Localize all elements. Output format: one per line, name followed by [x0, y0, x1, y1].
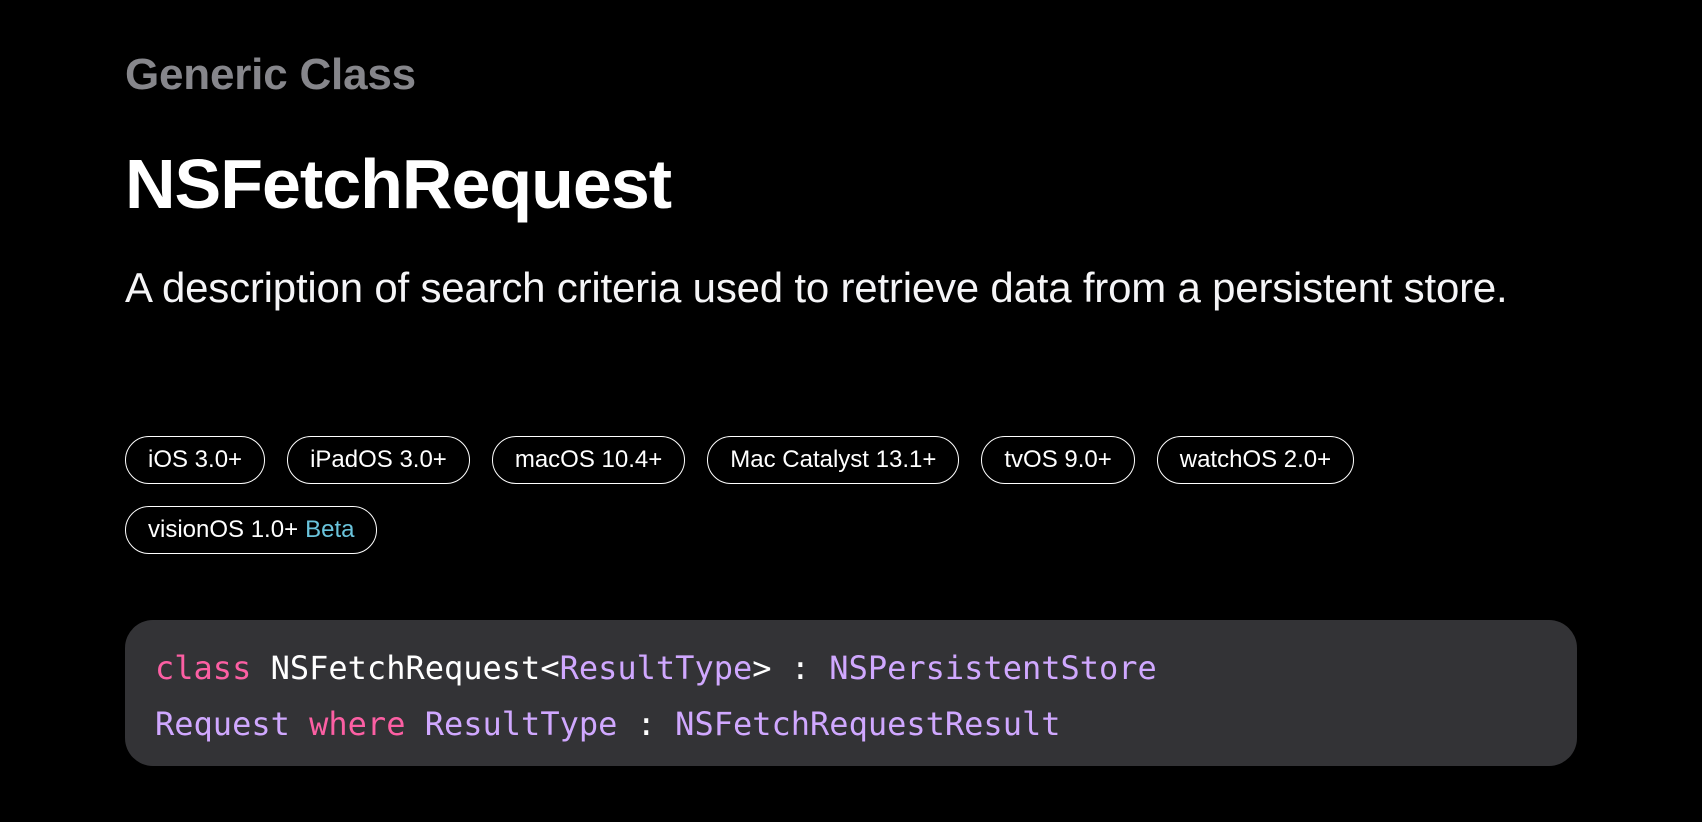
code-generic-param[interactable]: ResultType — [560, 649, 753, 687]
code-punctuation: > : — [752, 649, 830, 687]
platform-pill-ipados: iPadOS 3.0+ — [287, 436, 470, 484]
declaration-code-block: class NSFetchRequest<ResultType> : NSPer… — [125, 620, 1577, 766]
platform-label: tvOS 9.0+ — [1004, 446, 1112, 473]
platform-pill-mac-catalyst: Mac Catalyst 13.1+ — [707, 436, 960, 484]
abstract-text: A description of search criteria used to… — [125, 264, 1508, 311]
code-keyword-class: class — [155, 649, 252, 687]
platform-pill-tvos: tvOS 9.0+ — [981, 436, 1135, 484]
declaration-line-1: class NSFetchRequest<ResultType> : NSPer… — [155, 640, 1547, 696]
page-title: NSFetchRequest — [125, 145, 672, 223]
platform-label: iOS 3.0+ — [148, 446, 243, 473]
code-protocol-link[interactable]: NSFetchRequestResult — [675, 705, 1060, 743]
platform-label: macOS 10.4+ — [514, 446, 663, 473]
code-superclass-link[interactable]: NSPersistentStore — [829, 649, 1157, 687]
declaration-line-2: Request where ResultType : NSFetchReques… — [155, 696, 1547, 752]
platform-pill-watchos: watchOS 2.0+ — [1156, 436, 1355, 484]
code-class-name: NSFetchRequest< — [251, 649, 560, 687]
beta-badge: Beta — [305, 516, 355, 543]
platform-label: watchOS 2.0+ — [1179, 446, 1332, 473]
code-punctuation: : — [617, 705, 676, 743]
code-keyword-where: where — [309, 705, 406, 743]
platform-label: visionOS 1.0+ — [148, 516, 299, 543]
platform-pill-visionos: visionOS 1.0+ Beta — [125, 506, 378, 554]
platform-availability-list: iOS 3.0+ iPadOS 3.0+ macOS 10.4+ Mac Cat… — [125, 436, 1585, 554]
platform-label: iPadOS 3.0+ — [310, 446, 447, 473]
code-constraint-type[interactable]: ResultType — [425, 705, 618, 743]
symbol-kind-eyebrow: Generic Class — [125, 50, 416, 99]
code-superclass-link-cont[interactable]: Request — [155, 705, 290, 743]
platform-pill-ios: iOS 3.0+ — [125, 436, 266, 484]
platform-pill-macos: macOS 10.4+ — [491, 436, 686, 484]
platform-label: Mac Catalyst 13.1+ — [730, 446, 937, 473]
